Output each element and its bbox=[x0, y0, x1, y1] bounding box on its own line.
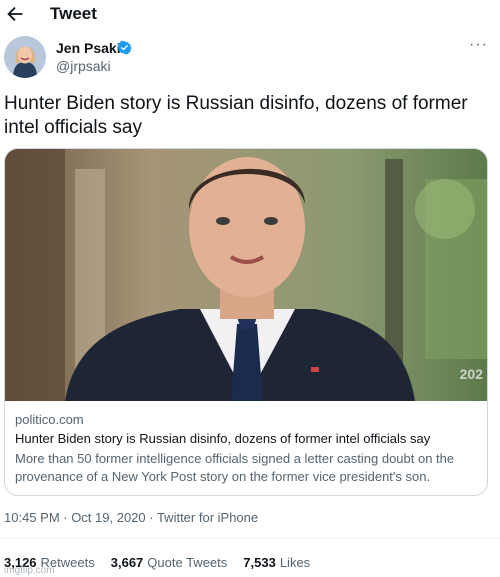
more-options-icon[interactable]: ··· bbox=[469, 37, 488, 53]
back-arrow-icon[interactable] bbox=[4, 3, 26, 25]
likes-stat[interactable]: 7,533 Likes bbox=[243, 555, 310, 573]
divider bbox=[0, 538, 500, 539]
link-preview-card[interactable]: 202 politico.com Hunter Biden story is R… bbox=[4, 148, 488, 496]
likes-count: 7,533 bbox=[243, 555, 276, 570]
page-title: Tweet bbox=[50, 4, 97, 23]
card-domain: politico.com bbox=[15, 412, 84, 427]
quote-tweets-stat[interactable]: 3,667 Quote Tweets bbox=[111, 555, 228, 573]
image-overlay-text: 202 bbox=[460, 366, 484, 382]
likes-label: Likes bbox=[279, 555, 311, 570]
verified-badge-icon bbox=[117, 40, 132, 55]
author-handle[interactable]: @jrpsaki bbox=[56, 58, 111, 74]
author-name[interactable]: Jen Psaki bbox=[56, 40, 121, 56]
card-description: More than 50 former intelligence officia… bbox=[15, 451, 455, 484]
card-meta: politico.com Hunter Biden story is Russi… bbox=[15, 411, 481, 486]
card-title[interactable]: Hunter Biden story is Russian disinfo, d… bbox=[15, 430, 481, 448]
tweet-author: Jen Psaki @jrpsaki ··· bbox=[4, 36, 496, 80]
tweet-text: Hunter Biden story is Russian disinfo, d… bbox=[4, 93, 468, 138]
card-image: 202 bbox=[5, 149, 487, 401]
tweet-timestamp[interactable]: 10:45 PM · Oct 19, 2020 · Twitter for iP… bbox=[4, 510, 258, 525]
quote-tweets-count: 3,667 bbox=[110, 555, 144, 570]
avatar[interactable] bbox=[4, 36, 46, 78]
quote-tweets-label: Quote Tweets bbox=[147, 555, 228, 570]
watermark: imgflip.com bbox=[4, 565, 55, 576]
top-bar: Tweet bbox=[0, 0, 500, 28]
